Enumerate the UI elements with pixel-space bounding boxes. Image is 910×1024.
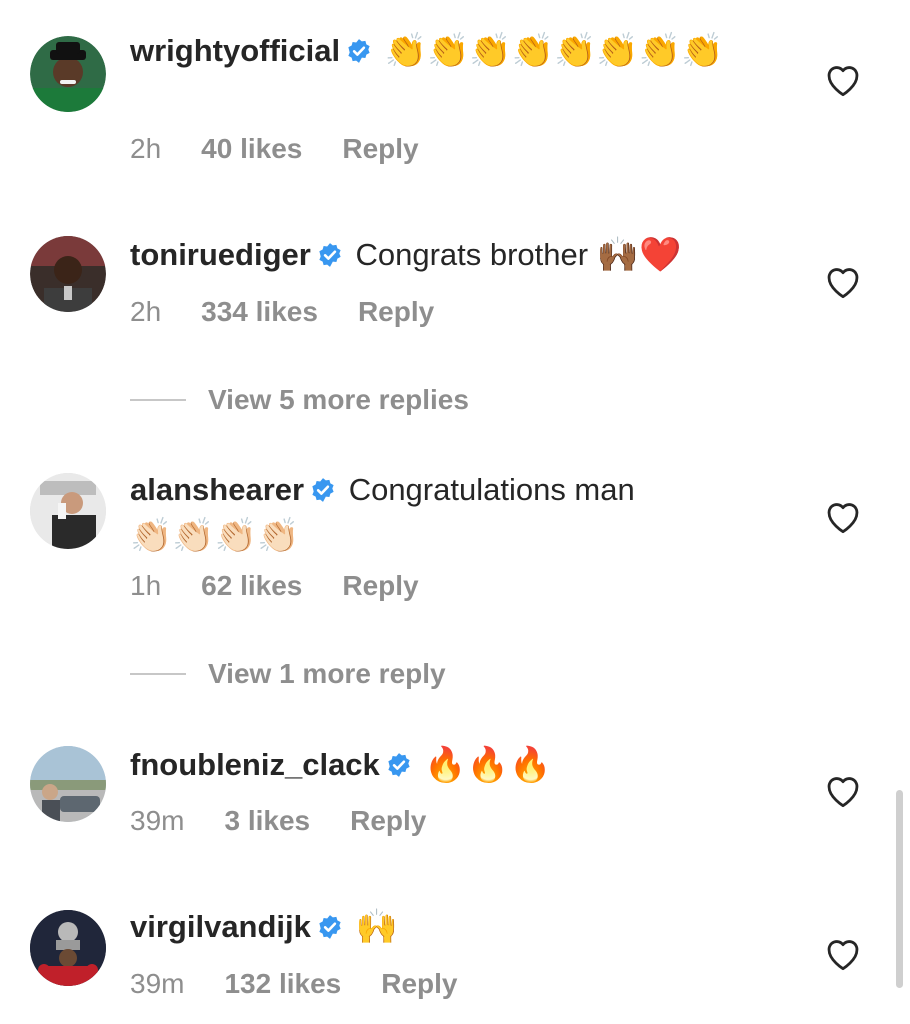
comment-username[interactable]: virgilvandijk (130, 909, 311, 944)
comment-meta: 39m 132 likes Reply (130, 967, 498, 1001)
verified-badge-icon (346, 38, 372, 64)
view-more-replies-button[interactable]: View 1 more reply (130, 657, 446, 691)
reply-button[interactable]: Reply (342, 570, 418, 601)
scrollbar[interactable] (896, 790, 903, 988)
comment-meta: 2h 40 likes Reply (130, 132, 459, 166)
comment-time: 2h (130, 296, 162, 327)
comment-body: alanshearer Congratulations man 👏🏻👏🏻👏🏻👏🏻 (130, 467, 790, 559)
comment-username[interactable]: alanshearer (130, 472, 304, 507)
avatar[interactable] (30, 236, 106, 312)
comment-emoji: 🔥🔥🔥 (424, 745, 552, 785)
comment-text: Congrats brother (355, 237, 589, 272)
verified-badge-icon (386, 752, 412, 778)
comment-body: wrightyofficial 👏👏👏👏👏👏👏👏 (130, 28, 790, 74)
view-more-replies-button[interactable]: View 5 more replies (130, 383, 469, 417)
comment-time: 2h (130, 133, 162, 164)
comment-likes[interactable]: 40 likes (201, 133, 302, 164)
verified-badge-icon (317, 914, 343, 940)
divider-line (130, 399, 186, 401)
comment-username[interactable]: wrightyofficial (130, 33, 340, 68)
like-heart-icon[interactable] (824, 774, 862, 808)
comment-body: virgilvandijk 🙌 (130, 904, 790, 950)
comment-emoji: 👏👏👏👏👏👏👏👏 (384, 31, 724, 71)
comment-likes[interactable]: 62 likes (201, 570, 302, 601)
reply-button[interactable]: Reply (358, 296, 434, 327)
avatar[interactable] (30, 36, 106, 112)
like-heart-icon[interactable] (824, 500, 862, 534)
reply-button[interactable]: Reply (350, 805, 426, 836)
view-more-label: View 5 more replies (208, 384, 469, 415)
comment-likes[interactable]: 132 likes (224, 968, 341, 999)
comment-body: toniruediger Congrats brother 🙌🏾❤️ (130, 232, 790, 278)
divider-line (130, 673, 186, 675)
comment-text: Congratulations man (348, 472, 635, 507)
verified-badge-icon (317, 242, 343, 268)
comment-emoji: 🙌🏾❤️ (596, 235, 682, 275)
view-more-label: View 1 more reply (208, 658, 446, 689)
comment-meta: 2h 334 likes Reply (130, 295, 474, 329)
comment-body: fnoubleniz_clack 🔥🔥🔥 (130, 742, 790, 788)
avatar[interactable] (30, 746, 106, 822)
verified-badge-icon (310, 477, 336, 503)
reply-button[interactable]: Reply (381, 968, 457, 999)
like-heart-icon[interactable] (824, 265, 862, 299)
comment-emoji: 🙌 (355, 907, 398, 947)
like-heart-icon[interactable] (824, 63, 862, 97)
avatar[interactable] (30, 473, 106, 549)
avatar[interactable] (30, 910, 106, 986)
comment-likes[interactable]: 334 likes (201, 296, 318, 327)
comment-meta: 1h 62 likes Reply (130, 569, 459, 603)
reply-button[interactable]: Reply (342, 133, 418, 164)
comment-time: 39m (130, 968, 185, 999)
comment-username[interactable]: fnoubleniz_clack (130, 747, 380, 782)
comment-time: 1h (130, 570, 162, 601)
comment-likes[interactable]: 3 likes (224, 805, 310, 836)
comment-meta: 39m 3 likes Reply (130, 804, 466, 838)
comment-time: 39m (130, 805, 185, 836)
comment-username[interactable]: toniruediger (130, 237, 311, 272)
comment-emoji: 👏🏻👏🏻👏🏻👏🏻 (130, 516, 300, 556)
like-heart-icon[interactable] (824, 937, 862, 971)
